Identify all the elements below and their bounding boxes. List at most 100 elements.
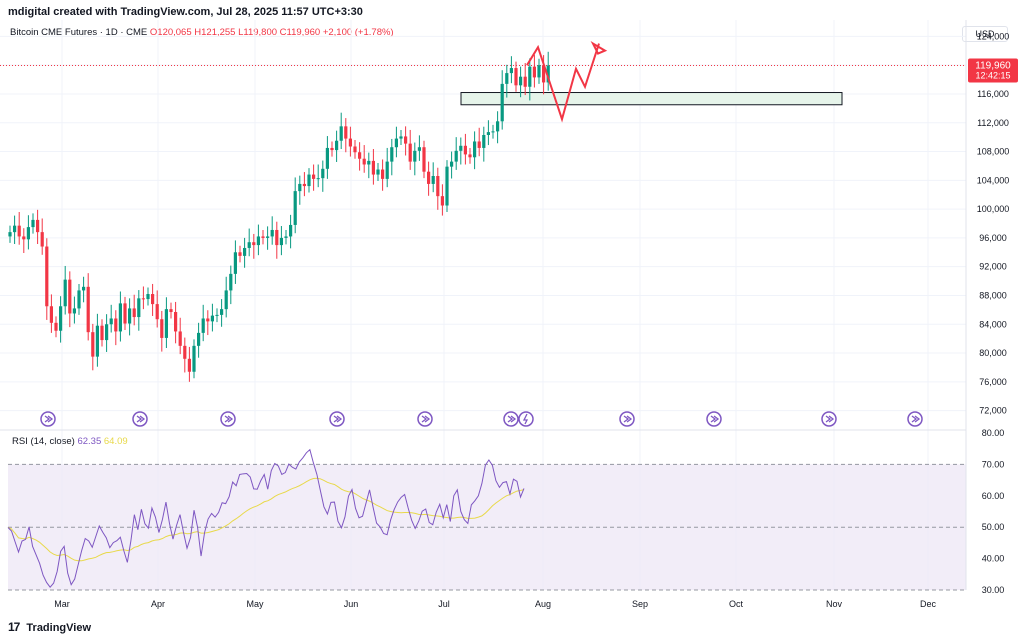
dividend-event-icon[interactable] bbox=[40, 411, 56, 427]
price-tick-label: 84,000 bbox=[979, 319, 1007, 329]
candle-body bbox=[371, 160, 375, 175]
candle-body bbox=[174, 312, 178, 332]
price-tick-label: 92,000 bbox=[979, 262, 1007, 272]
candle-body bbox=[261, 236, 265, 238]
candle-body bbox=[31, 219, 35, 228]
time-tick-label: Aug bbox=[535, 599, 551, 609]
candle-body bbox=[72, 308, 76, 314]
candle-body bbox=[22, 236, 26, 240]
candle-body bbox=[302, 183, 306, 187]
candle-body bbox=[252, 242, 256, 246]
candle-body bbox=[385, 161, 389, 179]
price-tick-label: 100,000 bbox=[977, 204, 1010, 214]
candle-body bbox=[473, 141, 477, 158]
candle-body bbox=[220, 309, 224, 315]
candle-body bbox=[463, 145, 467, 155]
candle-body bbox=[63, 279, 67, 307]
candle-body bbox=[17, 225, 21, 237]
projection-path[interactable] bbox=[526, 43, 600, 123]
time-axis[interactable]: Mar Apr May Jun Jul Aug Sep Oct Nov Dec bbox=[54, 599, 936, 609]
dividend-event-icon[interactable] bbox=[619, 411, 635, 427]
candle-body bbox=[169, 309, 173, 313]
candle-body bbox=[399, 136, 403, 139]
candle-body bbox=[178, 331, 182, 346]
chart-canvas[interactable]: 124,000 116,000 112,000 108,000 104,000 100,0… bbox=[0, 0, 1024, 640]
candle-body bbox=[155, 304, 159, 320]
candle-body bbox=[450, 161, 454, 167]
candle-body bbox=[514, 68, 518, 86]
candle-body bbox=[312, 174, 316, 179]
time-tick-label: Mar bbox=[54, 599, 70, 609]
candle-body bbox=[151, 294, 155, 305]
dividend-event-icon[interactable] bbox=[907, 411, 923, 427]
candle-body bbox=[293, 191, 297, 225]
candle-body bbox=[417, 147, 421, 151]
candle-body bbox=[82, 286, 86, 291]
candle-body bbox=[344, 126, 348, 139]
candle-body bbox=[128, 308, 132, 324]
dividend-event-icon[interactable] bbox=[417, 411, 433, 427]
candle-body bbox=[509, 68, 513, 74]
candle-body bbox=[482, 134, 486, 148]
price-tick-label: 88,000 bbox=[979, 290, 1007, 300]
candle-body bbox=[118, 303, 122, 332]
tradingview-logo[interactable]: 17 TradingView bbox=[8, 620, 91, 634]
candle-body bbox=[468, 154, 472, 158]
candle-body bbox=[160, 319, 164, 338]
price-tick-label: 112,000 bbox=[977, 118, 1009, 128]
candle-body bbox=[45, 246, 49, 307]
rsi-tick-label: 50.00 bbox=[982, 522, 1005, 532]
price-tick-label: 72,000 bbox=[979, 406, 1007, 416]
candle-body bbox=[40, 232, 44, 247]
candle-body bbox=[325, 147, 329, 169]
last-price-tag: 119,960 12:42:15 bbox=[968, 58, 1018, 83]
candle-body bbox=[26, 227, 30, 240]
candle-body bbox=[404, 136, 408, 144]
countdown-value: 12:42:15 bbox=[975, 70, 1010, 80]
candle-body bbox=[422, 147, 426, 172]
candle-body bbox=[353, 146, 357, 153]
candle-body bbox=[247, 242, 251, 248]
dividend-event-icon[interactable] bbox=[503, 411, 519, 427]
rsi-axis[interactable]: 80.00 70.00 60.00 50.00 40.00 30.00 bbox=[982, 428, 1005, 595]
time-tick-label: Apr bbox=[151, 599, 165, 609]
candle-body bbox=[436, 176, 440, 197]
dividend-event-icon[interactable] bbox=[220, 411, 236, 427]
brand-name: TradingView bbox=[26, 622, 92, 634]
rsi-tick-label: 60.00 bbox=[982, 491, 1005, 501]
candle-body bbox=[238, 252, 242, 256]
support-zone[interactable] bbox=[460, 92, 843, 106]
candle-body bbox=[284, 236, 288, 238]
dividend-event-icon[interactable] bbox=[329, 411, 345, 427]
candle-body bbox=[137, 298, 141, 318]
candle-body bbox=[201, 318, 205, 333]
rsi-tick-label: 70.00 bbox=[982, 459, 1005, 469]
candle-body bbox=[505, 73, 509, 84]
time-tick-label: Jul bbox=[438, 599, 450, 609]
price-axis[interactable]: 124,000 116,000 112,000 108,000 104,000 100,0… bbox=[977, 31, 1010, 415]
candle-body bbox=[210, 315, 214, 322]
candle-body bbox=[59, 306, 63, 331]
flash-event-icon[interactable] bbox=[518, 411, 534, 427]
candle-body bbox=[243, 247, 247, 256]
price-tick-label: 80,000 bbox=[979, 348, 1007, 358]
candle-body bbox=[413, 150, 417, 162]
price-tick-label: 108,000 bbox=[977, 147, 1010, 157]
candle-body bbox=[49, 306, 53, 323]
candle-body bbox=[54, 322, 58, 331]
candle-body bbox=[348, 138, 352, 147]
candle-body bbox=[316, 178, 320, 180]
candle-body bbox=[109, 318, 113, 325]
dividend-event-icon[interactable] bbox=[706, 411, 722, 427]
candle-body bbox=[132, 308, 136, 318]
candle-body bbox=[491, 131, 495, 133]
candle-body bbox=[486, 132, 490, 135]
dividend-event-icon[interactable] bbox=[132, 411, 148, 427]
candle-body bbox=[445, 166, 449, 206]
candle-body bbox=[330, 147, 334, 151]
time-tick-label: Oct bbox=[729, 599, 744, 609]
candle-body bbox=[206, 318, 210, 322]
candle-body bbox=[197, 332, 201, 346]
event-markers[interactable] bbox=[40, 411, 923, 427]
dividend-event-icon[interactable] bbox=[821, 411, 837, 427]
